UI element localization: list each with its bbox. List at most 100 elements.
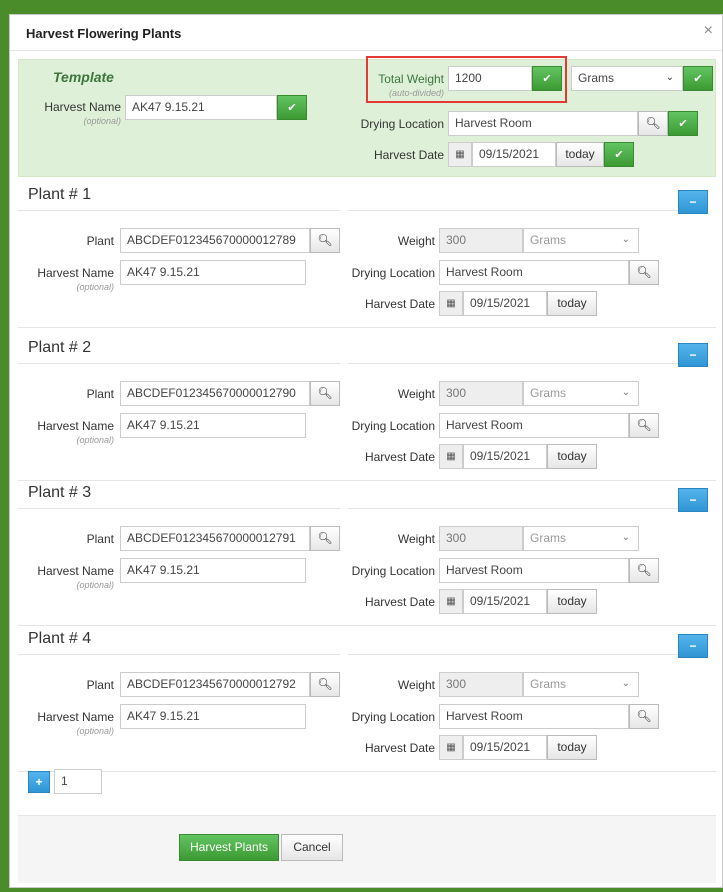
plant-label: Plant — [86, 678, 114, 692]
remove-plant-button[interactable]: − — [678, 488, 708, 512]
weight-input[interactable]: 300 — [439, 526, 523, 551]
remove-plant-button[interactable]: − — [678, 634, 708, 658]
harvest-name-input[interactable]: AK47 9.15.21 — [120, 260, 306, 285]
harvest-date-label: Harvest Date — [364, 741, 435, 755]
chevron-down-icon: ⌄ — [621, 387, 630, 398]
plant-input[interactable]: ABCDEF012345670000012791 — [120, 526, 310, 551]
unit-value: Grams — [530, 233, 566, 247]
close-icon[interactable]: × — [704, 23, 713, 39]
harvest-name-input[interactable]: AK47 9.15.21 — [120, 558, 306, 583]
plant-search-button[interactable]: 🔍︎ — [310, 228, 340, 253]
plant-input[interactable]: ABCDEF012345670000012792 — [120, 672, 310, 697]
check-icon: ✔ — [287, 102, 297, 114]
harvest-plants-button[interactable]: Harvest Plants — [179, 834, 279, 861]
harvest-name-label: Harvest Name — [37, 564, 114, 578]
today-button[interactable]: today — [547, 589, 597, 614]
template-harvest-name-label: Harvest Name — [44, 100, 121, 114]
unit-value: Grams — [530, 531, 566, 545]
template-today-button[interactable]: today — [556, 142, 604, 167]
plant-input[interactable]: ABCDEF012345670000012789 — [120, 228, 310, 253]
drying-location-search-button[interactable]: 🔍︎ — [629, 260, 659, 285]
section-bottom-divider — [18, 480, 716, 481]
minus-icon: − — [689, 493, 697, 507]
unit-select[interactable]: Grams ⌄ — [523, 381, 639, 406]
plant-section-title: Plant # 3 — [28, 484, 92, 501]
template-harvest-name-optional: (optional) — [83, 116, 121, 126]
drying-location-search-button[interactable]: 🔍︎ — [629, 413, 659, 438]
section-divider — [348, 210, 678, 211]
template-unit-value: Grams — [578, 71, 614, 85]
template-unit-apply-button[interactable]: ✔ — [683, 66, 713, 91]
weight-input[interactable]: 300 — [439, 228, 523, 253]
weight-label: Weight — [397, 387, 435, 401]
harvest-date-input[interactable]: 09/15/2021 — [463, 589, 547, 614]
section-divider — [348, 654, 678, 655]
section-divider — [348, 508, 678, 509]
unit-value: Grams — [530, 677, 566, 691]
plant-search-button[interactable]: 🔍︎ — [310, 381, 340, 406]
today-button[interactable]: today — [547, 735, 597, 760]
template-date-apply-button[interactable]: ✔ — [604, 142, 634, 167]
section-divider — [18, 654, 340, 655]
add-plant-count-input[interactable]: 1 — [54, 769, 102, 794]
drying-location-input[interactable]: Harvest Room — [439, 558, 629, 583]
template-drying-search-button[interactable]: 🔍︎ — [638, 111, 668, 136]
minus-icon: − — [689, 195, 697, 209]
unit-select[interactable]: Grams ⌄ — [523, 672, 639, 697]
weight-input[interactable]: 300 — [439, 381, 523, 406]
calendar-icon: ▦ — [439, 291, 463, 316]
harvest-date-input[interactable]: 09/15/2021 — [463, 444, 547, 469]
harvest-name-input[interactable]: AK47 9.15.21 — [120, 413, 306, 438]
search-icon: 🔍︎ — [636, 709, 652, 723]
harvest-name-optional: (optional) — [76, 580, 114, 590]
search-icon: 🔍︎ — [645, 116, 661, 130]
plant-label: Plant — [86, 387, 114, 401]
search-icon: 🔍︎ — [636, 563, 652, 577]
chevron-down-icon: ⌄ — [621, 234, 630, 245]
template-drying-apply-button[interactable]: ✔ — [668, 111, 698, 136]
template-date-input[interactable]: 09/15/2021 — [472, 142, 556, 167]
check-icon: ✔ — [693, 73, 703, 85]
drying-location-input[interactable]: Harvest Room — [439, 704, 629, 729]
template-drying-input[interactable]: Harvest Room — [448, 111, 638, 136]
drying-location-input[interactable]: Harvest Room — [439, 413, 629, 438]
drying-location-label: Drying Location — [351, 710, 435, 724]
chevron-down-icon: ⌄ — [665, 72, 674, 83]
template-harvest-name-apply-button[interactable]: ✔ — [277, 95, 307, 120]
harvest-date-input[interactable]: 09/15/2021 — [463, 291, 547, 316]
search-icon: 🔍︎ — [636, 265, 652, 279]
plus-icon: + — [35, 775, 43, 789]
plant-input[interactable]: ABCDEF012345670000012790 — [120, 381, 310, 406]
weight-label: Weight — [397, 234, 435, 248]
remove-plant-button[interactable]: − — [678, 190, 708, 214]
drying-location-label: Drying Location — [351, 266, 435, 280]
cancel-button[interactable]: Cancel — [281, 834, 343, 861]
harvest-date-label: Harvest Date — [364, 297, 435, 311]
unit-select[interactable]: Grams ⌄ — [523, 526, 639, 551]
plant-search-button[interactable]: 🔍︎ — [310, 672, 340, 697]
section-bottom-divider — [18, 771, 716, 772]
harvest-name-input[interactable]: AK47 9.15.21 — [120, 704, 306, 729]
section-divider — [18, 363, 340, 364]
drying-location-search-button[interactable]: 🔍︎ — [629, 704, 659, 729]
drying-location-search-button[interactable]: 🔍︎ — [629, 558, 659, 583]
template-harvest-name-input[interactable]: AK47 9.15.21 — [125, 95, 277, 120]
weight-label: Weight — [397, 532, 435, 546]
search-icon: 🔍︎ — [317, 531, 333, 545]
harvest-modal: Harvest Flowering Plants × Template Harv… — [9, 14, 723, 888]
template-unit-select[interactable]: Grams ⌄ — [571, 66, 683, 91]
harvest-date-input[interactable]: 09/15/2021 — [463, 735, 547, 760]
unit-select[interactable]: Grams ⌄ — [523, 228, 639, 253]
add-plant-button[interactable]: + — [28, 771, 50, 793]
today-button[interactable]: today — [547, 291, 597, 316]
today-button[interactable]: today — [547, 444, 597, 469]
total-weight-highlight — [366, 56, 567, 103]
template-date-label: Harvest Date — [373, 148, 444, 162]
drying-location-input[interactable]: Harvest Room — [439, 260, 629, 285]
calendar-icon: ▦ — [448, 142, 472, 167]
weight-input[interactable]: 300 — [439, 672, 523, 697]
harvest-name-optional: (optional) — [76, 435, 114, 445]
chevron-down-icon: ⌄ — [621, 532, 630, 543]
plant-search-button[interactable]: 🔍︎ — [310, 526, 340, 551]
remove-plant-button[interactable]: − — [678, 343, 708, 367]
